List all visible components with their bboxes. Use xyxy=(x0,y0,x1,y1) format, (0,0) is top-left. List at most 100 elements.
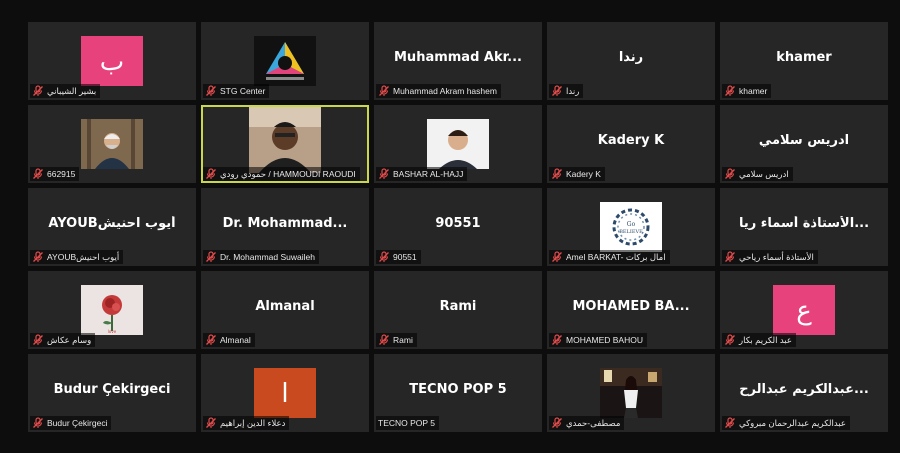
participant-name: 90551 xyxy=(393,252,417,262)
participant-name: BASHAR AL-HAJJ xyxy=(393,169,464,179)
participant-display-name: ادريس سلامي xyxy=(758,133,850,148)
participant-name: khamer xyxy=(739,86,768,96)
participant-name-label: ادريس سلامي xyxy=(722,167,793,181)
camera-video xyxy=(249,107,321,173)
muted-mic-icon xyxy=(378,168,390,180)
participant-tile[interactable]: عبدالكريم عبدالرح... عبدالكريم عبدالرحمان… xyxy=(720,354,888,432)
svg-text:BELIEVE: BELIEVE xyxy=(619,229,643,235)
participant-display-name: Budur Çekirgeci xyxy=(53,382,171,397)
participant-name: عبد الكريم بكار xyxy=(739,334,792,345)
muted-mic-icon xyxy=(32,85,44,97)
participant-name-label: TECNO POP 5 xyxy=(376,416,439,430)
participant-name-label: Rami xyxy=(376,333,417,347)
participant-tile[interactable]: STG Center xyxy=(201,22,369,100)
participant-tile[interactable]: MOHAMED BA... MOHAMED BAHOU xyxy=(547,271,715,349)
participant-tile[interactable]: 662915 xyxy=(28,105,196,183)
participant-name: Rami xyxy=(393,335,413,345)
participant-tile[interactable]: ا دعلاء الدين إبراهيم xyxy=(201,354,369,432)
participant-name: وسام عكاش xyxy=(47,334,92,345)
muted-mic-icon xyxy=(32,417,44,429)
participant-tile[interactable]: مصطفى-حمدي xyxy=(547,354,715,432)
participant-name: رندا xyxy=(566,85,580,96)
participant-name-label: بشير الشيباني xyxy=(30,84,101,98)
participant-tile[interactable]: Rami Rami xyxy=(374,271,542,349)
participant-tile[interactable]: Budur Çekirgeci Budur Çekirgeci xyxy=(28,354,196,432)
participant-name: بشير الشيباني xyxy=(47,85,97,96)
participant-display-name: Rami xyxy=(439,299,477,314)
participant-tile[interactable]: رندا رندا xyxy=(547,22,715,100)
muted-mic-icon xyxy=(724,168,736,180)
participant-name: عبدالكريم عبدالرحمان مبروكي xyxy=(739,417,846,428)
participant-name: STG Center xyxy=(220,86,266,96)
participant-tile[interactable]: Go BELIEVE Amel BARKAT- امال بركات xyxy=(547,188,715,266)
participant-display-name: khamer xyxy=(776,50,832,65)
muted-mic-icon xyxy=(205,85,217,97)
muted-mic-icon xyxy=(32,168,44,180)
participant-display-name: رندا xyxy=(618,50,644,65)
participant-tile[interactable]: 90551 90551 xyxy=(374,188,542,266)
participant-tile[interactable]: TECNO POP 5 TECNO POP 5 xyxy=(374,354,542,432)
participant-name-label: Amel BARKAT- امال بركات xyxy=(549,250,670,264)
muted-mic-icon xyxy=(205,417,217,429)
muted-mic-icon xyxy=(724,417,736,429)
participant-name-label: 662915 xyxy=(30,167,80,181)
muted-mic-icon xyxy=(32,251,44,263)
participant-name-label: رندا xyxy=(549,84,584,98)
participant-name-label: حمودي رودي / HAMMOUDI RAOUDI xyxy=(203,167,360,181)
participant-name: الأستاذة أسماء رياحي xyxy=(739,251,814,262)
participant-name: 662915 xyxy=(47,169,76,179)
participant-display-name: 90551 xyxy=(435,216,481,231)
muted-mic-icon xyxy=(205,334,217,346)
muted-mic-icon xyxy=(551,168,563,180)
participant-display-name: MOHAMED BA... xyxy=(572,299,690,314)
participant-display-name: عبدالكريم عبدالرح... xyxy=(739,382,869,397)
muted-mic-icon xyxy=(205,168,217,180)
participant-display-name: الأستاذة أسماء ريا... xyxy=(738,216,870,231)
profile-photo xyxy=(81,119,143,169)
participant-tile[interactable]: ب بشير الشيباني xyxy=(28,22,196,100)
participant-tile[interactable]: Almanal Almanal xyxy=(201,271,369,349)
participant-tile[interactable]: Dr. Mohammad... Dr. Mohammad Suwaileh xyxy=(201,188,369,266)
participant-name-label: وسام عكاش xyxy=(30,333,96,347)
muted-mic-icon xyxy=(205,251,217,263)
participant-name-label: Budur Çekirgeci xyxy=(30,416,112,430)
participant-display-name: TECNO POP 5 xyxy=(409,382,507,397)
profile-photo xyxy=(600,368,662,418)
participant-name: ادريس سلامي xyxy=(739,168,789,179)
participant-name: Kadery K xyxy=(566,169,601,179)
muted-mic-icon xyxy=(32,334,44,346)
participant-tile[interactable]: Muhammad Akr... Muhammad Akram hashem xyxy=(374,22,542,100)
participant-tile[interactable]: Kadery K Kadery K xyxy=(547,105,715,183)
participant-name-label: Almanal xyxy=(203,333,255,347)
participant-name: Muhammad Akram hashem xyxy=(393,86,497,96)
participant-name-label: Dr. Mohammad Suwaileh xyxy=(203,250,319,264)
participant-name-label: khamer xyxy=(722,84,772,98)
muted-mic-icon xyxy=(551,417,563,429)
profile-photo: GoBELIEVE xyxy=(600,202,662,252)
muted-mic-icon xyxy=(551,334,563,346)
participant-tile[interactable]: khamer khamer xyxy=(720,22,888,100)
participant-name-label: مصطفى-حمدي xyxy=(549,416,625,430)
participant-name: AYOUBأيوب احنيش xyxy=(47,251,120,262)
profile-photo xyxy=(427,119,489,169)
participant-name-label: عبد الكريم بكار xyxy=(722,333,796,347)
participant-name-label: AYOUBأيوب احنيش xyxy=(30,250,124,264)
muted-mic-icon xyxy=(551,85,563,97)
muted-mic-icon xyxy=(378,251,390,263)
participant-tile[interactable]: حمودي رودي / HAMMOUDI RAOUDI xyxy=(201,105,369,183)
participant-tile[interactable]: love وسام عكاش xyxy=(28,271,196,349)
muted-mic-icon xyxy=(724,85,736,97)
participant-name-label: STG Center xyxy=(203,84,270,98)
participant-tile[interactable]: الأستاذة أسماء ريا... الأستاذة أسماء رياح… xyxy=(720,188,888,266)
participant-name-label: MOHAMED BAHOU xyxy=(549,333,647,347)
participant-tile[interactable]: ع عبد الكريم بكار xyxy=(720,271,888,349)
participant-tile[interactable]: AYOUBأيوب احنيش AYOUBأيوب احنيش xyxy=(28,188,196,266)
participant-name-label: BASHAR AL-HAJJ xyxy=(376,167,468,181)
participant-tile[interactable]: BASHAR AL-HAJJ xyxy=(374,105,542,183)
participant-grid: ب بشير الشيباني STG Center Muhammad Akr... M… xyxy=(28,22,888,432)
participant-display-name: Dr. Mohammad... xyxy=(222,216,348,231)
participant-tile[interactable]: ادريس سلامي ادريس سلامي xyxy=(720,105,888,183)
muted-mic-icon xyxy=(378,85,390,97)
participant-display-name: Kadery K xyxy=(597,133,665,148)
muted-mic-icon xyxy=(724,251,736,263)
